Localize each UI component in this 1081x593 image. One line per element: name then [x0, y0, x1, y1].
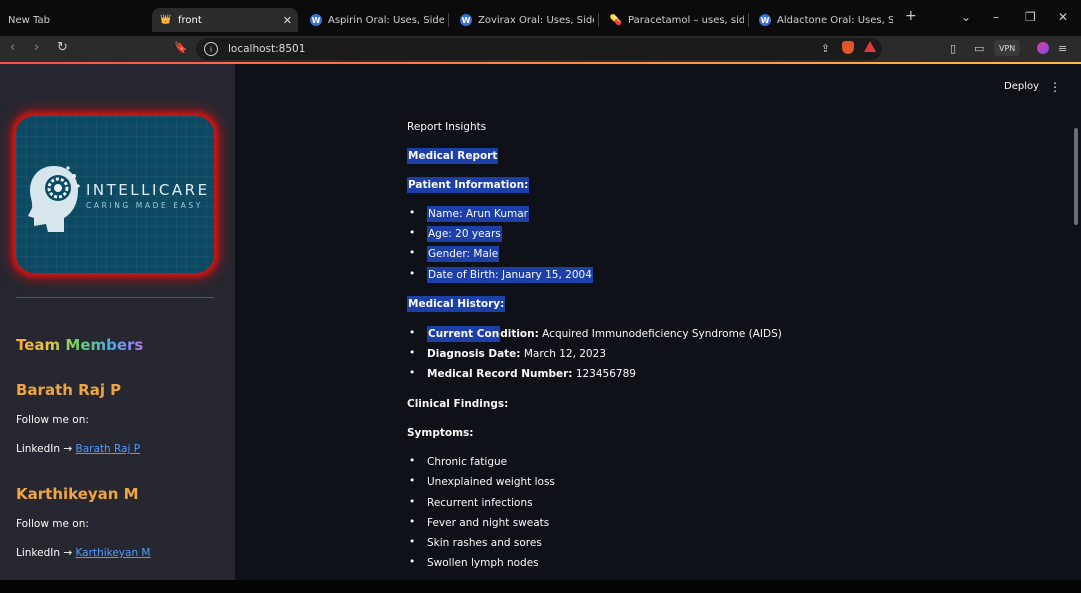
- reload-icon[interactable]: ↻: [57, 40, 68, 55]
- w-icon: W: [759, 14, 771, 26]
- patient-dob: Date of Birth: January 15, 2004: [427, 267, 593, 283]
- current-condition-value: Acquired Immunodeficiency Syndrome (AIDS…: [542, 328, 782, 340]
- tab-close-icon[interactable]: ✕: [283, 14, 292, 27]
- bottom-strip: [0, 580, 1081, 593]
- clinical-findings-heading: Clinical Findings:: [407, 398, 509, 410]
- sidebar-toggle-icon[interactable]: ▯: [950, 42, 956, 55]
- linkedin-line: LinkedIn → Barath Raj P: [16, 443, 140, 455]
- symptom-item: Unexplained weight loss: [409, 475, 555, 488]
- site-info-icon[interactable]: i: [204, 42, 218, 56]
- forward-icon[interactable]: ›: [34, 40, 39, 55]
- logo-title: INTELLICARE: [86, 181, 210, 199]
- tab-label: Aldactone Oral: Uses, Side Effec: [777, 14, 893, 26]
- patient-info-heading: Patient Information:: [407, 177, 530, 193]
- tab-label: front: [178, 14, 202, 26]
- brave-rewards-icon[interactable]: [864, 41, 876, 52]
- brave-shields-icon[interactable]: [842, 41, 854, 54]
- minimize-icon[interactable]: –: [993, 10, 999, 24]
- symptom-item: Swollen lymph nodes: [409, 556, 539, 569]
- tab-separator: [598, 13, 599, 27]
- report-title: Medical Report: [407, 148, 499, 164]
- linkedin-link-karthikeyan[interactable]: Karthikeyan M: [75, 547, 150, 559]
- tab-front[interactable]: 👑 front ✕: [152, 8, 298, 32]
- tab-aspirin[interactable]: W Aspirin Oral: Uses, Side Effects, I: [302, 8, 444, 32]
- medical-history-heading-text: Medical History:: [407, 296, 506, 312]
- sidebar: INTELLICARE CARING MADE EASY Team Member…: [0, 64, 235, 580]
- back-icon[interactable]: ‹: [10, 40, 15, 55]
- list-item: Diagnosis Date: March 12, 2023: [409, 347, 606, 360]
- follow-text: Follow me on:: [16, 414, 89, 426]
- list-item: Gender: Male: [409, 246, 500, 262]
- tab-search-chevron-icon[interactable]: ⌄: [961, 10, 971, 24]
- team-members-heading: Team Members: [16, 336, 144, 354]
- symptom-item: Fever and night sweats: [409, 516, 549, 529]
- wallet-icon[interactable]: ▭: [974, 42, 984, 55]
- patient-gender: Gender: Male: [427, 246, 500, 262]
- current-condition-label-rest: dition:: [500, 328, 539, 340]
- tab-label: Aspirin Oral: Uses, Side Effects, I: [328, 14, 444, 26]
- menu-icon[interactable]: ≡: [1058, 42, 1067, 55]
- vpn-button[interactable]: VPN: [994, 40, 1021, 56]
- current-condition-label-highlighted: Current Con: [427, 326, 501, 342]
- streamlit-icon: 👑: [160, 15, 172, 25]
- profile-avatar[interactable]: [1037, 42, 1049, 54]
- symptom-item: Skin rashes and sores: [409, 536, 542, 549]
- address-bar[interactable]: i localhost:8501 ⇪: [196, 38, 882, 60]
- follow-text: Follow me on:: [16, 518, 89, 530]
- vpn-label: VPN: [999, 43, 1016, 53]
- patient-info-heading-text: Patient Information:: [407, 177, 530, 193]
- patient-age: Age: 20 years: [427, 226, 502, 242]
- tab-label: New Tab: [8, 14, 50, 26]
- w-icon: W: [310, 14, 322, 26]
- record-number-value: 123456789: [575, 368, 636, 380]
- linkedin-link-barath[interactable]: Barath Raj P: [75, 443, 140, 455]
- deploy-button[interactable]: Deploy: [1004, 81, 1039, 92]
- linkedin-line: LinkedIn → Karthikeyan M: [16, 547, 151, 559]
- close-window-icon[interactable]: ✕: [1058, 10, 1068, 24]
- tab-zovirax[interactable]: W Zovirax Oral: Uses, Side Effects, I: [452, 8, 594, 32]
- tab-label: Paracetamol – uses, side effects: [628, 14, 744, 26]
- list-item: Name: Arun Kumar: [409, 206, 529, 222]
- tab-label: Zovirax Oral: Uses, Side Effects, I: [478, 14, 594, 26]
- w-icon: W: [460, 14, 472, 26]
- symptom-item: Chronic fatigue: [409, 455, 507, 468]
- tab-aldactone[interactable]: W Aldactone Oral: Uses, Side Effec: [751, 8, 893, 32]
- new-tab-plus-icon[interactable]: +: [905, 8, 917, 24]
- list-item: Medical Record Number: 123456789: [409, 367, 636, 380]
- main-menu-icon[interactable]: ⋮: [1049, 80, 1061, 94]
- restore-icon[interactable]: ❐: [1025, 10, 1036, 24]
- patient-name: Name: Arun Kumar: [427, 206, 529, 222]
- browser-toolbar: ‹ › ↻ 🔖 i localhost:8501 ⇪ ▯ ▭ VPN ≡: [0, 36, 1081, 62]
- symptoms-heading: Symptoms:: [407, 427, 474, 439]
- diagnosis-date-value: March 12, 2023: [523, 348, 606, 360]
- browser-tab-bar: New Tab 👑 front ✕ W Aspirin Oral: Uses, …: [0, 0, 1081, 36]
- list-item: Date of Birth: January 15, 2004: [409, 267, 593, 283]
- head-gear-icon: [28, 166, 80, 232]
- sidebar-divider: [16, 297, 214, 298]
- report-insights-heading: Report Insights: [407, 121, 487, 133]
- tab-paracetamol[interactable]: 💊 Paracetamol – uses, side effects: [602, 8, 744, 32]
- record-number-label: Medical Record Number:: [427, 368, 573, 380]
- main-content: Deploy ⋮ Report Insights Medical Report …: [235, 64, 1081, 580]
- linkedin-prefix: LinkedIn →: [16, 547, 73, 559]
- diagnosis-date-label: Diagnosis Date:: [427, 348, 521, 360]
- report-title-text: Medical Report: [407, 148, 499, 164]
- medical-history-heading: Medical History:: [407, 296, 506, 312]
- logo-subtitle: CARING MADE EASY: [86, 201, 203, 210]
- intellicare-logo: INTELLICARE CARING MADE EASY: [16, 116, 214, 273]
- bookmark-icon[interactable]: 🔖: [174, 41, 188, 54]
- scrollbar[interactable]: [1074, 128, 1078, 225]
- list-item: Age: 20 years: [409, 226, 502, 242]
- tab-separator: [448, 13, 449, 27]
- member-name: Karthikeyan M: [16, 485, 139, 503]
- share-icon[interactable]: ⇪: [821, 42, 830, 55]
- tab-new-tab[interactable]: New Tab: [0, 8, 146, 32]
- tab-separator: [748, 13, 749, 27]
- list-item: Current Condition: Acquired Immunodefici…: [409, 326, 782, 342]
- symptom-item: Recurrent infections: [409, 496, 533, 509]
- pill-icon: 💊: [609, 14, 623, 26]
- linkedin-prefix: LinkedIn →: [16, 443, 73, 455]
- url-text: localhost:8501: [228, 43, 306, 55]
- member-name: Barath Raj P: [16, 381, 122, 399]
